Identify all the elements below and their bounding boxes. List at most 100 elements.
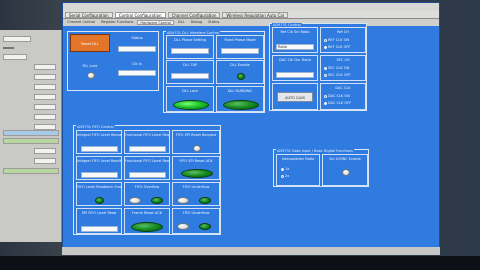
dll-phase-cell: DLL Phase Setting (166, 35, 214, 59)
fixed-phase-cell: Fixed Phase Mode (216, 35, 264, 59)
subtab-channel-control[interactable]: Channel Control (65, 20, 97, 25)
digital-functions-panel: AD9731 Data Input / Base Digital Functio… (273, 149, 369, 187)
tab-channel[interactable]: Channel Configuration (167, 11, 221, 18)
dll-enable-indicator[interactable] (237, 73, 245, 80)
dac-clk-cell: DAC CLK DAC CLK ON DAC CLK OFF (320, 83, 366, 110)
integral-fifo-readback-field[interactable] (81, 172, 118, 178)
cal-clk-div-field[interactable] (276, 72, 314, 78)
tab-autocal[interactable]: Wireless Regulation Auto Cal (222, 11, 288, 18)
dll-lock-cell: DLL Lock (166, 86, 214, 112)
side-field[interactable] (34, 64, 56, 70)
side-label (3, 46, 21, 50)
side-green-row[interactable] (3, 138, 59, 144)
afe-control-panel: AD9731 Control Ref Clk Src Ratio Ratio R… (269, 23, 367, 111)
fifo-cell-label: Integral FIFO Level Request (77, 133, 121, 137)
subtab-dll[interactable]: DLL (176, 20, 187, 25)
cal-clk-div-cell: DAC Clk Div. Ratio (272, 55, 318, 81)
fifo-cell-label: Integral FIFO Level Readback (77, 159, 121, 163)
side-field[interactable] (34, 104, 56, 110)
fifo-overflow-indicator (129, 197, 141, 204)
sec-ch-cell: SEC CH SEC CLK ON SEC CLK OFF (320, 55, 366, 81)
integral-fifo-request-field[interactable] (81, 146, 118, 152)
fifo-cell: Integral FIFO Level Readback (76, 156, 122, 180)
fifo-cell: SPI FIFO Level Read (76, 208, 122, 234)
ref-clk-on-radio[interactable]: REF CLK ON (324, 38, 349, 42)
dll-tap-field[interactable] (171, 73, 209, 79)
fifo-cell: FIFO Level Readback Enable (76, 182, 122, 206)
dac-clk-on-radio[interactable]: DAC CLK ON (324, 94, 350, 98)
ref-clk-on-label: REF CLK ON (328, 38, 349, 42)
subtab-status[interactable]: Status (206, 20, 221, 25)
fifo-cell: Fractional FIFO Level Request (124, 130, 170, 154)
radio-dot (324, 45, 327, 49)
fifo-cell: FIFO Underflow (172, 208, 220, 234)
side-field[interactable] (34, 148, 56, 154)
sec-ch-label: SEC CH (336, 58, 350, 62)
fifo-cell-label: FIFO SPI Reset ACK (179, 159, 213, 163)
side-green-row[interactable] (3, 168, 59, 174)
dll-running-indicator (223, 100, 259, 110)
dll-lock-indicator (173, 100, 209, 110)
sinc-enable-cell: Sin X/SINC Enable (322, 154, 368, 186)
interp-2x-radio[interactable]: 2x (281, 174, 289, 178)
subtab-debug[interactable]: Debug (189, 20, 205, 25)
subtab-hardware-control[interactable]: Hardware Control (137, 20, 175, 25)
radio-dot (281, 167, 284, 171)
dac-clk-off-radio[interactable]: DAC CLK OFF (324, 101, 351, 105)
side-selected-row[interactable] (3, 130, 59, 136)
interp-1x-radio[interactable]: 1x (281, 167, 289, 171)
reset-dll-button[interactable]: Reset DLL (70, 34, 110, 52)
radio-dot (324, 73, 327, 77)
interpolation-cell: Interpolation Ratio 1x 2x (276, 154, 320, 186)
frame-reset-ack-indicator (131, 222, 163, 232)
digital-panel-title: AD9731 Data Input / Base Digital Functio… (276, 149, 354, 153)
fractional-fifo-readback-field[interactable] (129, 172, 166, 178)
fifo-panel-title: AD9731 FIFO Control (76, 125, 115, 129)
side-field[interactable] (34, 94, 56, 100)
sinc-enable-indicator[interactable] (342, 169, 350, 176)
ref-ch-label: Ref CH (337, 30, 349, 34)
app-window: Serial Configuration Control Configurati… (62, 2, 440, 254)
side-field[interactable] (34, 84, 56, 90)
dll-phase-field[interactable] (171, 48, 209, 54)
screen: Serial Configuration Control Configurati… (0, 0, 480, 270)
fractional-fifo-request-field[interactable] (129, 146, 166, 152)
sec-clk-on-radio[interactable]: SEC CLK ON (324, 66, 349, 70)
fifo-cell: Integral FIFO Level Request (76, 130, 122, 154)
fifo-cell-label: FIFO Underflow (182, 211, 210, 215)
fifo-cell: FIFO Underflow (172, 182, 220, 206)
auto-clks-button[interactable]: AUTO CLKS (277, 92, 313, 102)
ref-clk-label: Ref Clk Src Ratio (280, 30, 310, 34)
side-field[interactable] (34, 74, 56, 80)
sec-clk-off-label: SEC CLK OFF (328, 73, 351, 77)
fifo-cell: FIFO Overflow (124, 182, 170, 206)
side-field[interactable] (34, 114, 56, 120)
dll-phase-label: DLL Phase Setting (174, 38, 206, 42)
side-panel (0, 30, 62, 242)
ref-clk-off-radio[interactable]: REF CLK OFF (324, 45, 350, 49)
subtab-register-functions[interactable]: Register Functions (99, 20, 135, 25)
radio-dot (324, 66, 327, 70)
side-field[interactable] (3, 54, 27, 60)
clk-in-label: Clk In (132, 62, 142, 66)
clk-in-field[interactable] (118, 70, 156, 76)
ref-clk-field[interactable]: Ratio (276, 44, 314, 50)
pll-lock-indicator (87, 72, 95, 79)
fifo-underflow-2-indicator (177, 223, 189, 230)
sec-clk-off-radio[interactable]: SEC CLK OFF (324, 73, 351, 77)
interp-1x-label: 1x (285, 167, 290, 171)
side-field[interactable] (3, 36, 31, 42)
status-field[interactable] (118, 46, 156, 52)
dac-clk-on-label: DAC CLK ON (328, 94, 350, 98)
fifo-spi-reset-indicator[interactable] (193, 145, 201, 152)
tab-serial[interactable]: Serial Configuration (65, 11, 113, 18)
radio-dot (324, 94, 327, 98)
spi-fifo-level-field[interactable] (81, 226, 118, 232)
radio-dot (281, 174, 284, 178)
fifo-readback-enable-indicator[interactable] (95, 197, 104, 204)
fixed-phase-field[interactable] (221, 48, 259, 54)
fifo-cell-label: FIFO Overflow (134, 185, 160, 189)
taskbar (62, 247, 440, 255)
side-field[interactable] (34, 158, 56, 164)
tab-control[interactable]: Control Configuration (114, 11, 166, 18)
